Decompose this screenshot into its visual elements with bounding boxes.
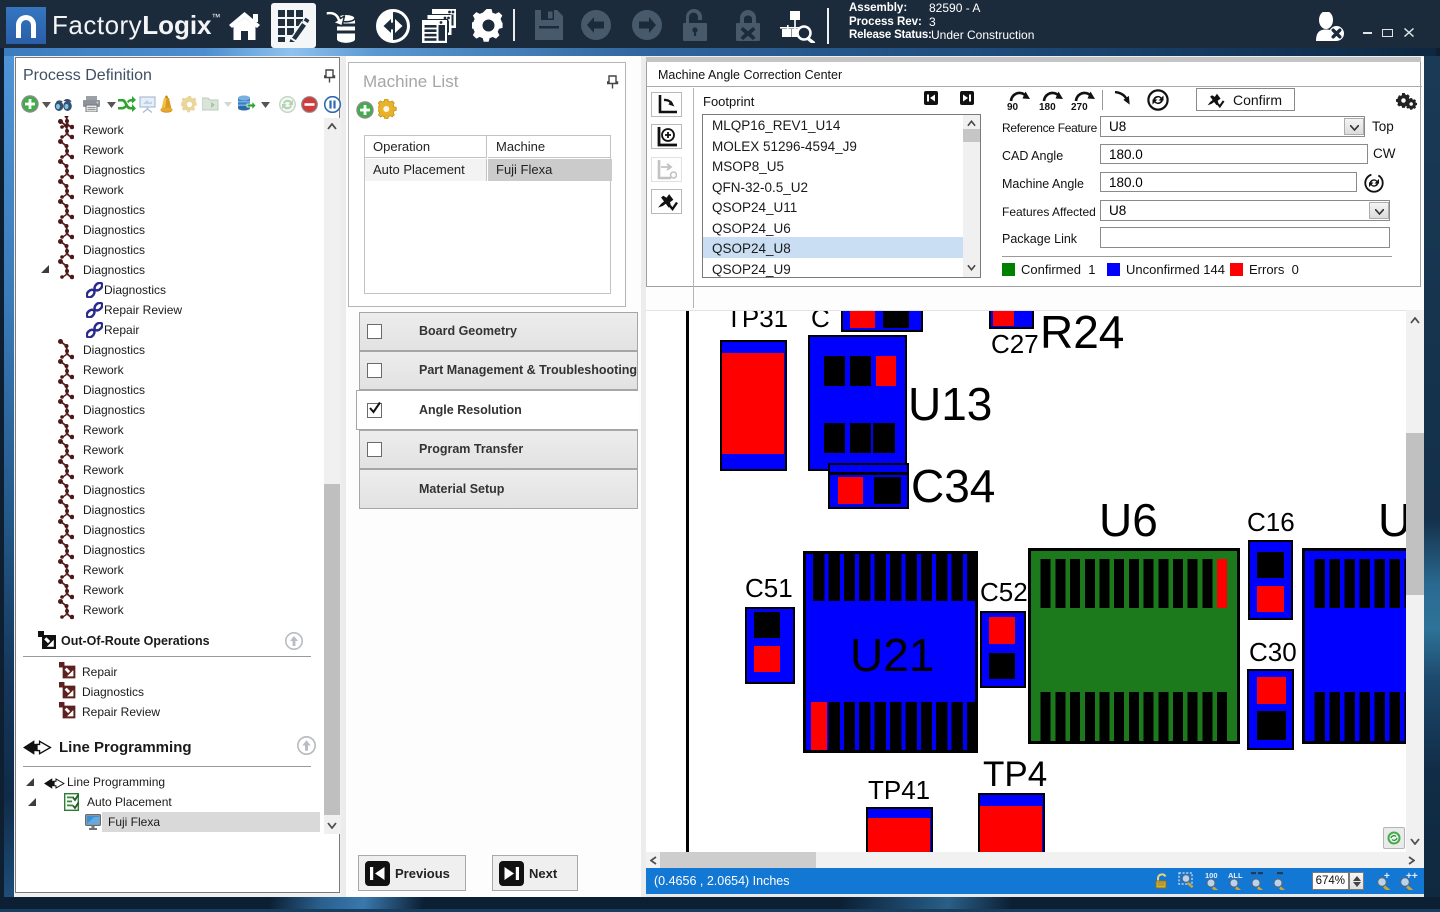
svg-text:270: 270 — [1071, 102, 1088, 111]
svg-text:180: 180 — [1039, 102, 1056, 111]
svg-text:90: 90 — [1007, 102, 1019, 111]
